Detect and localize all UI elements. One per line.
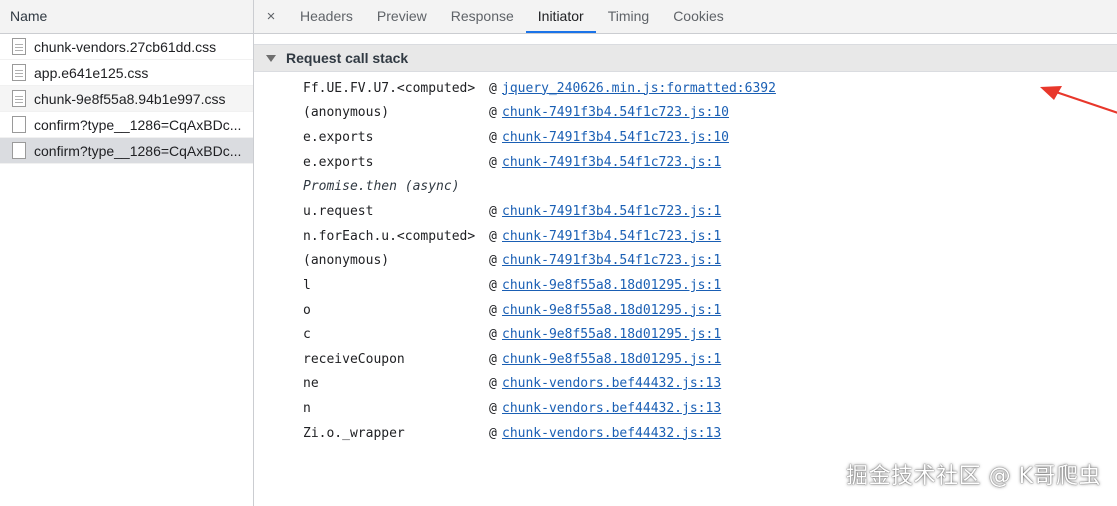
source-link[interactable]: chunk-vendors.bef44432.js:13: [502, 426, 721, 441]
source-link[interactable]: chunk-7491f3b4.54f1c723.js:10: [502, 130, 729, 145]
close-icon[interactable]: ×: [254, 0, 288, 33]
request-row[interactable]: app.e641e125.css: [0, 60, 253, 86]
stack-frame: c @ chunk-9e8f55a8.18d01295.js:1: [303, 322, 776, 347]
watermark: 掘金技术社区 @ K哥爬虫: [846, 464, 1101, 489]
source-link[interactable]: chunk-7491f3b4.54f1c723.js:1: [502, 229, 721, 244]
at-sign: @: [489, 129, 497, 145]
stack-frame: receiveCoupon @ chunk-9e8f55a8.18d01295.…: [303, 347, 776, 372]
stack-frame: o @ chunk-9e8f55a8.18d01295.js:1: [303, 298, 776, 323]
file-icon: [12, 64, 26, 81]
at-sign: @: [489, 327, 497, 343]
tab-response[interactable]: Response: [439, 0, 526, 33]
function-name: (anonymous): [303, 253, 390, 269]
function-name: Zi.o._wrapper: [303, 425, 405, 441]
at-sign: @: [489, 376, 497, 392]
detail-tabs: × Headers Preview Response Initiator Tim…: [254, 0, 1117, 34]
file-icon: [12, 90, 26, 107]
stack-frame: e.exports @ chunk-7491f3b4.54f1c723.js:1…: [303, 125, 776, 150]
function-name: Ff.UE.FV.U7.<computed>: [303, 80, 476, 96]
annotation-arrow: [1040, 86, 1117, 114]
source-link[interactable]: chunk-9e8f55a8.18d01295.js:1: [502, 352, 721, 367]
request-row[interactable]: chunk-9e8f55a8.94b1e997.css: [0, 86, 253, 112]
stack-frame: ne @ chunk-vendors.bef44432.js:13: [303, 372, 776, 397]
function-name: ne: [303, 376, 319, 392]
function-name: o: [303, 302, 311, 318]
stack-frame: Zi.o._wrapper @ chunk-vendors.bef44432.j…: [303, 421, 776, 446]
stack-frame: n.forEach.u.<computed> @ chunk-7491f3b4.…: [303, 224, 776, 249]
at-sign: @: [489, 105, 497, 121]
request-name: confirm?type__1286=CqAxBDc...: [34, 142, 242, 159]
stack-frame: e.exports @ chunk-7491f3b4.54f1c723.js:1: [303, 150, 776, 175]
source-link[interactable]: chunk-vendors.bef44432.js:13: [502, 401, 721, 416]
function-name: e.exports: [303, 154, 374, 170]
network-request-list: Name chunk-vendors.27cb61dd.css app.e641…: [0, 0, 254, 506]
at-sign: @: [489, 154, 497, 170]
section-title: Request call stack: [286, 50, 409, 66]
source-link[interactable]: chunk-7491f3b4.54f1c723.js:1: [502, 253, 721, 268]
at-sign: @: [489, 204, 497, 220]
at-sign: @: [489, 80, 497, 96]
request-call-stack-header[interactable]: Request call stack: [254, 44, 1117, 72]
stack-frame: Ff.UE.FV.U7.<computed> @ jquery_240626.m…: [303, 76, 776, 101]
blank-file-icon: [12, 142, 26, 159]
source-link[interactable]: chunk-7491f3b4.54f1c723.js:10: [502, 105, 729, 120]
tab-cookies[interactable]: Cookies: [661, 0, 736, 33]
request-name: confirm?type__1286=CqAxBDc...: [34, 116, 242, 133]
source-link[interactable]: chunk-9e8f55a8.18d01295.js:1: [502, 327, 721, 342]
at-sign: @: [489, 277, 497, 293]
function-name: receiveCoupon: [303, 351, 405, 367]
source-link[interactable]: jquery_240626.min.js:formatted:6392: [502, 81, 776, 96]
at-sign: @: [489, 425, 497, 441]
tab-initiator[interactable]: Initiator: [525, 0, 596, 33]
tab-headers[interactable]: Headers: [288, 0, 365, 33]
call-stack: Ff.UE.FV.U7.<computed> @ jquery_240626.m…: [303, 76, 776, 445]
request-name: chunk-9e8f55a8.94b1e997.css: [34, 90, 226, 107]
function-name: n: [303, 400, 311, 416]
at-sign: @: [489, 228, 497, 244]
request-name: chunk-vendors.27cb61dd.css: [34, 38, 217, 55]
stack-frame: (anonymous) @ chunk-7491f3b4.54f1c723.js…: [303, 101, 776, 126]
function-name: (anonymous): [303, 105, 390, 121]
request-detail-pane: × Headers Preview Response Initiator Tim…: [254, 0, 1117, 506]
tab-timing[interactable]: Timing: [596, 0, 662, 33]
source-link[interactable]: chunk-7491f3b4.54f1c723.js:1: [502, 155, 721, 170]
request-row-selected[interactable]: confirm?type__1286=CqAxBDc...: [0, 138, 253, 164]
request-name: app.e641e125.css: [34, 64, 149, 81]
function-name: l: [303, 277, 311, 293]
at-sign: @: [489, 400, 497, 416]
function-name: n.forEach.u.<computed>: [303, 228, 476, 244]
function-name: c: [303, 327, 311, 343]
name-column-header[interactable]: Name: [0, 0, 253, 34]
async-boundary-label: Promise.then (async): [303, 179, 460, 195]
function-name: u.request: [303, 204, 374, 220]
stack-frame: n @ chunk-vendors.bef44432.js:13: [303, 396, 776, 421]
chevron-down-icon: [266, 54, 276, 62]
blank-file-icon: [12, 116, 26, 133]
at-sign: @: [489, 253, 497, 269]
file-icon: [12, 38, 26, 55]
at-sign: @: [489, 302, 497, 318]
source-link[interactable]: chunk-9e8f55a8.18d01295.js:1: [502, 303, 721, 318]
stack-frame: l @ chunk-9e8f55a8.18d01295.js:1: [303, 273, 776, 298]
stack-frame: u.request @ chunk-7491f3b4.54f1c723.js:1: [303, 199, 776, 224]
source-link[interactable]: chunk-9e8f55a8.18d01295.js:1: [502, 278, 721, 293]
tab-preview[interactable]: Preview: [365, 0, 439, 33]
source-link[interactable]: chunk-vendors.bef44432.js:13: [502, 376, 721, 391]
stack-frame: (anonymous) @ chunk-7491f3b4.54f1c723.js…: [303, 249, 776, 274]
at-sign: @: [489, 351, 497, 367]
request-row[interactable]: confirm?type__1286=CqAxBDc...: [0, 112, 253, 138]
source-link[interactable]: chunk-7491f3b4.54f1c723.js:1: [502, 204, 721, 219]
function-name: e.exports: [303, 129, 374, 145]
request-row[interactable]: chunk-vendors.27cb61dd.css: [0, 34, 253, 60]
